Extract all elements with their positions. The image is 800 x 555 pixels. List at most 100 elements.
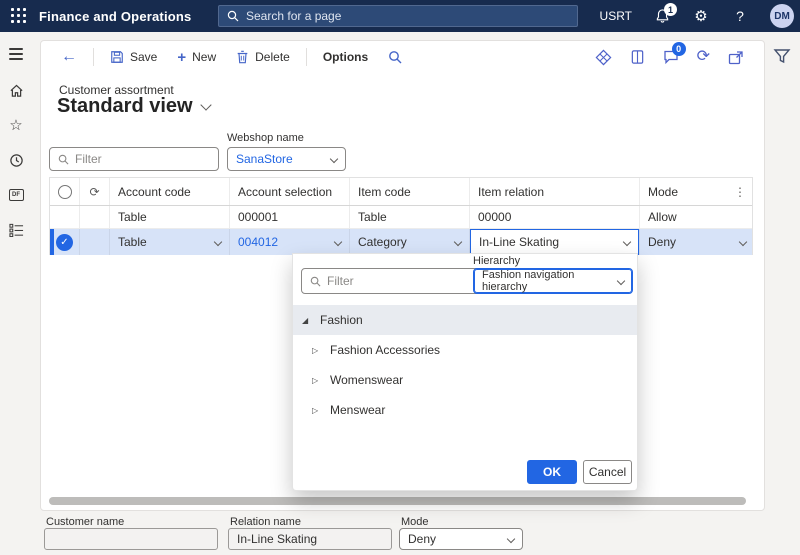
- tree-item-fashion[interactable]: ◢ Fashion: [293, 305, 637, 335]
- home-icon[interactable]: [8, 82, 24, 98]
- search-icon: [310, 276, 321, 287]
- row-selected-check-icon[interactable]: ✓: [56, 233, 73, 251]
- cell-mode[interactable]: Allow: [640, 206, 754, 228]
- task-guide-book-icon[interactable]: [630, 49, 645, 65]
- notifications-bell-icon[interactable]: 1: [653, 3, 677, 25]
- modules-list-icon[interactable]: [8, 222, 24, 238]
- column-header-account-code[interactable]: Account code: [110, 178, 230, 205]
- filter-funnel-icon[interactable]: [772, 46, 792, 66]
- column-header-item-code[interactable]: Item code: [350, 178, 470, 205]
- cell-account-code-dropdown[interactable]: Table: [110, 229, 230, 255]
- tree-expanded-icon[interactable]: ◢: [302, 316, 320, 325]
- mode-select[interactable]: Deny: [399, 528, 523, 550]
- relation-name-field[interactable]: [228, 528, 392, 550]
- webshop-name-select[interactable]: SanaStore: [227, 147, 346, 171]
- hierarchy-value: Fashion navigation hierarchy: [482, 269, 575, 293]
- user-avatar[interactable]: DM: [770, 4, 794, 28]
- grid-refresh-icon[interactable]: ⟳: [80, 178, 110, 205]
- open-in-new-window-icon[interactable]: [728, 50, 744, 65]
- left-navigation-rail: ☆ DF: [0, 32, 32, 555]
- trash-icon: [236, 50, 249, 64]
- chevron-down-icon: [622, 237, 632, 247]
- relation-name-label: Relation name: [230, 516, 301, 528]
- mode-label: Mode: [401, 516, 429, 528]
- back-button[interactable]: ←: [53, 45, 85, 69]
- cell-item-relation[interactable]: 00000: [470, 206, 640, 228]
- environment-button[interactable]: USRT: [600, 9, 632, 23]
- settings-gear-icon[interactable]: ⚙: [692, 7, 710, 25]
- hierarchy-label: Hierarchy: [473, 255, 521, 267]
- recent-clock-icon[interactable]: [8, 152, 24, 168]
- category-tree: ◢ Fashion ▷ Fashion Accessories ▷ Womens…: [293, 305, 637, 425]
- tree-collapsed-icon[interactable]: ▷: [312, 406, 330, 415]
- tree-collapsed-icon[interactable]: ▷: [312, 376, 330, 385]
- chevron-down-icon: [506, 534, 516, 544]
- hamburger-menu-icon[interactable]: [8, 46, 24, 62]
- mode-value: Deny: [408, 532, 437, 546]
- save-label: Save: [130, 50, 158, 64]
- refresh-icon[interactable]: ⟳: [697, 49, 710, 65]
- column-header-account-selection[interactable]: Account selection: [230, 178, 350, 205]
- notifications-badge: 1: [664, 3, 677, 16]
- chevron-down-icon: [738, 237, 748, 247]
- delete-label: Delete: [255, 50, 290, 64]
- hierarchy-select[interactable]: Fashion navigation hierarchy: [473, 268, 633, 294]
- workspaces-df-icon[interactable]: DF: [8, 187, 24, 203]
- ok-button[interactable]: OK: [527, 460, 577, 484]
- messages-badge: 0: [671, 42, 686, 56]
- global-search-box[interactable]: [218, 5, 578, 27]
- horizontal-scrollbar[interactable]: [49, 497, 746, 505]
- back-arrow-icon: ←: [61, 48, 77, 65]
- tree-item-menswear[interactable]: ▷ Menswear: [293, 395, 637, 425]
- app-launcher-waffle-icon[interactable]: [11, 8, 27, 24]
- webshop-name-value: SanaStore: [236, 152, 293, 166]
- grid-filter-input[interactable]: [75, 152, 210, 166]
- grid-more-options-icon[interactable]: ⋮: [734, 185, 746, 199]
- search-icon: [58, 154, 69, 165]
- options-menu-button[interactable]: Options: [315, 46, 376, 68]
- customer-name-field[interactable]: [44, 528, 218, 550]
- chevron-down-icon: [213, 237, 223, 247]
- column-header-mode[interactable]: Mode: [648, 185, 678, 199]
- grid-row-2-selected[interactable]: ✓ Table 004012 Category In-Line Skating …: [50, 229, 752, 255]
- toolbar-search-icon[interactable]: [380, 46, 410, 68]
- webshop-name-label: Webshop name: [227, 132, 304, 144]
- row-select-cell[interactable]: [50, 206, 80, 228]
- cell-account-selection-dropdown[interactable]: 004012: [230, 229, 350, 255]
- view-title-dropdown[interactable]: Standard view: [57, 95, 212, 118]
- cell-mode-dropdown[interactable]: Deny: [640, 229, 754, 255]
- new-button[interactable]: + New: [169, 46, 224, 69]
- favorites-star-icon[interactable]: ☆: [8, 117, 24, 134]
- category-picker-flyout: Hierarchy Fashion navigation hierarchy ◢…: [292, 253, 638, 491]
- grid-row-1[interactable]: Table 000001 Table 00000 Allow: [50, 206, 752, 229]
- toolbar-divider: [305, 48, 307, 66]
- help-icon[interactable]: ?: [731, 7, 749, 25]
- cell-item-code-dropdown[interactable]: Category: [350, 229, 470, 255]
- cell-account-selection[interactable]: 000001: [230, 206, 350, 228]
- tree-item-womenswear[interactable]: ▷ Womenswear: [293, 365, 637, 395]
- assortment-grid: ⟳ Account code Account selection Item co…: [49, 177, 753, 255]
- grid-filter-box[interactable]: [49, 147, 219, 171]
- cell-item-code[interactable]: Table: [350, 206, 470, 228]
- global-search-input[interactable]: [246, 9, 569, 23]
- plus-icon: +: [177, 48, 187, 66]
- select-all-checkbox[interactable]: [57, 184, 72, 199]
- apps-diamond-icon[interactable]: [595, 49, 612, 66]
- save-button[interactable]: Save: [102, 46, 165, 68]
- chevron-down-icon: [329, 154, 339, 164]
- grid-header-row: ⟳ Account code Account selection Item co…: [50, 178, 752, 206]
- chevron-down-icon: [453, 237, 463, 247]
- delete-button[interactable]: Delete: [228, 46, 298, 68]
- app-title: Finance and Operations: [39, 8, 192, 24]
- flyout-actions: OK Cancel: [293, 460, 637, 484]
- tree-collapsed-icon[interactable]: ▷: [312, 346, 330, 355]
- chevron-down-icon: [199, 99, 212, 111]
- topbar-actions: USRT 1 ⚙ ? DM: [600, 0, 794, 32]
- view-title-label: Standard view: [57, 95, 193, 117]
- cancel-button[interactable]: Cancel: [583, 460, 632, 484]
- column-header-item-relation[interactable]: Item relation: [470, 178, 640, 205]
- cell-account-code[interactable]: Table: [110, 206, 230, 228]
- tree-item-fashion-accessories[interactable]: ▷ Fashion Accessories: [293, 335, 637, 365]
- messages-icon[interactable]: 0: [663, 42, 686, 65]
- item-relation-combobox[interactable]: In-Line Skating: [470, 229, 639, 255]
